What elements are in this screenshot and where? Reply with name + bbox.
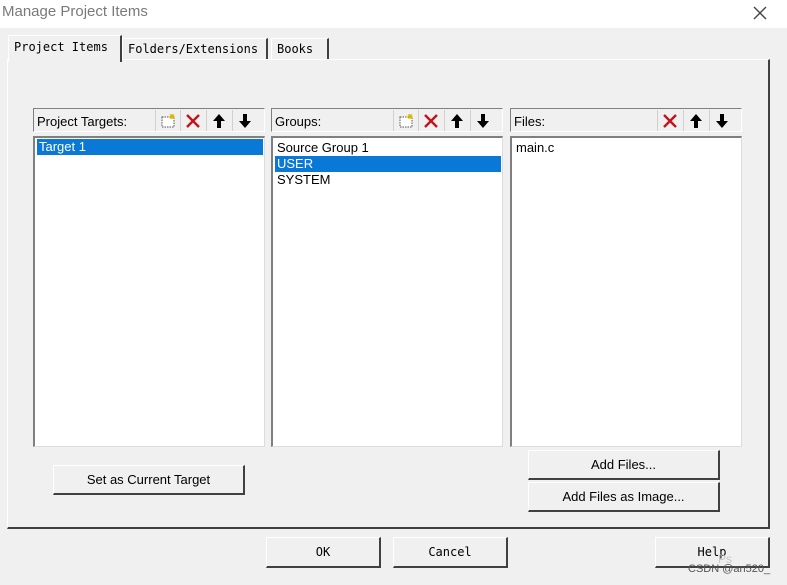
tab-folders-extensions[interactable]: Folders/Extensions: [122, 38, 268, 60]
watermark-text: CSDN @an520_: [688, 563, 771, 575]
tab-label: Books: [277, 42, 314, 56]
close-icon: [753, 6, 767, 20]
button-label: OK: [315, 545, 331, 559]
cancel-button[interactable]: Cancel: [393, 537, 508, 568]
tab-label: Project Items: [14, 40, 108, 54]
ok-button[interactable]: OK: [266, 537, 381, 568]
manage-project-items-dialog: Manage Project Items Project Items Folde…: [0, 0, 787, 585]
close-button[interactable]: [745, 0, 775, 26]
title-bar: Manage Project Items: [0, 0, 787, 28]
tab-books[interactable]: Books: [271, 38, 329, 60]
button-label: Cancel: [428, 545, 472, 559]
window-title: Manage Project Items: [2, 3, 148, 20]
tab-project-items[interactable]: Project Items: [8, 35, 122, 62]
tab-label: Folders/Extensions: [128, 42, 259, 56]
tab-page-frame: [7, 59, 770, 529]
